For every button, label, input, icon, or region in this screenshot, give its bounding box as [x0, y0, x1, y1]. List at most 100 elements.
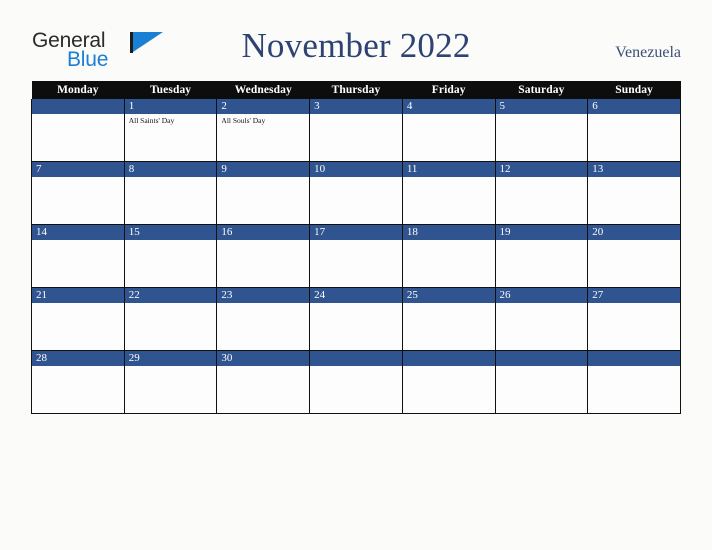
day-events — [125, 177, 217, 179]
calendar-day-cell[interactable]: 26 — [494, 287, 589, 351]
day-number: 16 — [217, 225, 310, 240]
day-events — [403, 240, 495, 242]
calendar-day-cell[interactable]: 13 — [587, 161, 681, 225]
calendar-day-cell[interactable]: 24 — [309, 287, 403, 351]
calendar-day-cell[interactable]: 5 — [494, 99, 589, 162]
calendar-day-cell[interactable]: 9 — [216, 161, 311, 225]
day-number: 6 — [588, 99, 680, 114]
day-events — [588, 177, 680, 179]
day-events — [588, 303, 680, 305]
day-events — [217, 366, 309, 368]
calendar-week-row: 1 All Saints' Day 2 All Souls' Day 3 4 5 6 — [31, 99, 681, 162]
day-number: 18 — [402, 225, 495, 240]
day-events — [217, 177, 309, 179]
calendar-week-row: 21 22 23 24 25 26 27 — [31, 287, 681, 351]
day-number — [588, 351, 680, 366]
calendar-day-cell[interactable]: 11 — [401, 161, 496, 225]
calendar-day-cell[interactable]: 28 — [31, 350, 125, 414]
calendar-day-cell[interactable]: 30 — [216, 350, 311, 414]
calendar-day-cell[interactable]: 22 — [123, 287, 218, 351]
day-number: 22 — [124, 288, 217, 303]
calendar-day-cell[interactable]: 12 — [494, 161, 589, 225]
day-number — [402, 351, 495, 366]
calendar-page: General Blue November 2022 Venezuela Mon… — [0, 0, 712, 550]
day-events — [125, 303, 217, 305]
calendar-day-cell[interactable]: 1 All Saints' Day — [123, 99, 218, 162]
calendar-day-cell[interactable] — [494, 350, 589, 414]
day-number: 20 — [588, 225, 680, 240]
calendar-day-cell[interactable]: 10 — [309, 161, 403, 225]
calendar-day-cell[interactable]: 8 — [123, 161, 218, 225]
calendar-day-cell[interactable]: 17 — [309, 224, 403, 288]
day-events — [32, 177, 124, 179]
page-title: November 2022 — [241, 26, 471, 65]
day-number: 8 — [124, 162, 217, 177]
day-number: 2 — [217, 99, 310, 114]
day-events — [310, 240, 402, 242]
day-events: All Souls' Day — [217, 114, 309, 126]
calendar-day-cell[interactable]: 14 — [31, 224, 125, 288]
day-number — [310, 351, 402, 366]
calendar-day-cell[interactable]: 3 — [309, 99, 403, 162]
day-events — [588, 366, 680, 368]
day-events — [403, 366, 495, 368]
day-events — [217, 240, 309, 242]
day-number: 12 — [495, 162, 588, 177]
day-number: 25 — [402, 288, 495, 303]
day-events — [32, 240, 124, 242]
day-events — [32, 303, 124, 305]
calendar-day-cell[interactable]: 25 — [401, 287, 496, 351]
calendar-day-cell[interactable]: 29 — [123, 350, 218, 414]
day-number: 30 — [217, 351, 310, 366]
day-events — [310, 114, 402, 116]
day-events — [496, 366, 588, 368]
calendar-day-cell[interactable]: 4 — [401, 99, 496, 162]
day-events — [588, 114, 680, 116]
day-events — [217, 303, 309, 305]
page-header: General Blue November 2022 Venezuela — [0, 0, 712, 80]
calendar-weeks: 1 All Saints' Day 2 All Souls' Day 3 4 5 6 7 8 9 10… — [31, 99, 681, 414]
weekday-header-monday: Monday — [31, 81, 125, 99]
day-number: 19 — [495, 225, 588, 240]
day-events — [403, 303, 495, 305]
day-events — [32, 114, 124, 116]
calendar-day-cell[interactable]: 2 All Souls' Day — [216, 99, 311, 162]
calendar-day-cell[interactable]: 20 — [587, 224, 681, 288]
weekday-header-friday: Friday — [402, 81, 496, 99]
calendar-week-row: 14 15 16 17 18 19 20 — [31, 224, 681, 288]
day-number: 17 — [310, 225, 402, 240]
day-events — [310, 177, 402, 179]
country-label: Venezuela — [615, 44, 681, 61]
calendar-day-cell[interactable]: 23 — [216, 287, 311, 351]
day-number: 14 — [32, 225, 124, 240]
day-number: 5 — [495, 99, 588, 114]
calendar-day-cell[interactable] — [401, 350, 496, 414]
day-number: 10 — [310, 162, 402, 177]
calendar-day-cell[interactable]: 16 — [216, 224, 311, 288]
day-number — [495, 351, 588, 366]
day-events — [32, 366, 124, 368]
day-number: 3 — [310, 99, 402, 114]
calendar-day-cell[interactable]: 19 — [494, 224, 589, 288]
day-events — [125, 240, 217, 242]
calendar-grid: Monday Tuesday Wednesday Thursday Friday… — [31, 81, 681, 414]
weekday-header-sunday: Sunday — [587, 81, 681, 99]
day-number: 29 — [124, 351, 217, 366]
calendar-day-cell[interactable]: 18 — [401, 224, 496, 288]
weekday-header-thursday: Thursday — [309, 81, 403, 99]
day-events — [403, 114, 495, 116]
day-number: 4 — [402, 99, 495, 114]
day-number: 7 — [32, 162, 124, 177]
holiday-event: All Souls' Day — [221, 116, 266, 125]
calendar-day-cell[interactable]: 27 — [587, 287, 681, 351]
calendar-day-cell[interactable] — [587, 350, 681, 414]
day-events — [588, 240, 680, 242]
calendar-day-cell[interactable] — [309, 350, 403, 414]
day-number: 21 — [32, 288, 124, 303]
calendar-day-cell[interactable]: 15 — [123, 224, 218, 288]
day-events — [496, 240, 588, 242]
calendar-day-cell[interactable] — [31, 99, 125, 162]
calendar-day-cell[interactable]: 6 — [587, 99, 681, 162]
calendar-day-cell[interactable]: 7 — [31, 161, 125, 225]
calendar-day-cell[interactable]: 21 — [31, 287, 125, 351]
